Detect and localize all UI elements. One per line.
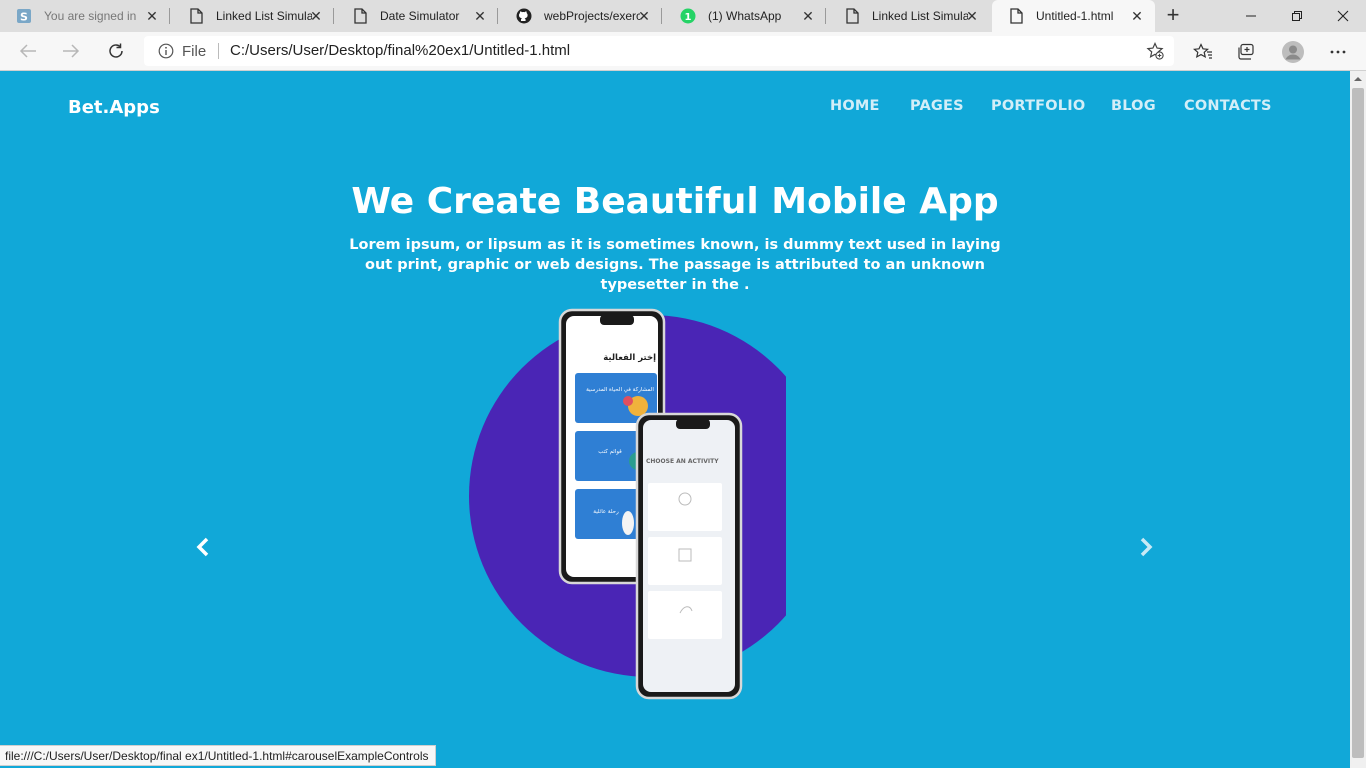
close-window-button[interactable] (1320, 0, 1366, 32)
app-mockup-image: إختر الفعالية المشاركة في الحياة المدرسي… (469, 308, 786, 700)
tab-linked-list-2[interactable]: Linked List Simulator ✕ (828, 0, 990, 32)
scheme-label: File (182, 43, 207, 60)
chevron-right-icon (1140, 537, 1153, 557)
close-icon (1337, 10, 1349, 22)
restore-button[interactable] (1274, 0, 1320, 32)
carousel-next-button[interactable] (1135, 536, 1157, 558)
tab-untitled-active[interactable]: Untitled-1.html ✕ (992, 0, 1155, 32)
tab-label: (1) WhatsApp (708, 9, 782, 23)
tab-signed-in[interactable]: S You are signed in as ✕ (0, 0, 170, 32)
tab-label: Date Simulator (380, 9, 460, 23)
whatsapp-icon: 1 (680, 8, 696, 24)
page-icon (352, 8, 368, 24)
more-icon (1330, 50, 1346, 54)
restore-icon (1292, 11, 1302, 21)
github-icon (516, 8, 532, 24)
add-favorite-icon[interactable] (1146, 42, 1164, 65)
close-icon[interactable]: ✕ (472, 8, 488, 24)
page-icon (1008, 8, 1024, 24)
tab-label: Linked List Simulator (216, 9, 312, 23)
phone-front: CHOOSE AN ACTIVITY (635, 412, 743, 700)
reload-button[interactable] (101, 37, 131, 65)
status-bar-url: file:///C:/Users/User/Desktop/final ex1/… (0, 745, 436, 766)
arrow-left-icon (19, 44, 36, 58)
forward-button[interactable] (56, 37, 86, 65)
hero-title: We Create Beautiful Mobile App (351, 181, 999, 222)
favorites-icon (1193, 43, 1212, 59)
close-icon[interactable]: ✕ (1129, 8, 1145, 24)
info-icon[interactable] (158, 43, 174, 64)
tab-divider (333, 8, 334, 24)
brand-logo[interactable]: Bet.Apps (68, 97, 160, 118)
svg-text:S: S (20, 11, 28, 24)
url-text[interactable]: C:/Users/User/Desktop/final%20ex1/Untitl… (230, 42, 570, 59)
close-icon[interactable]: ✕ (964, 8, 980, 24)
page-icon (188, 8, 204, 24)
browser-tab-strip: S You are signed in as ✕ Linked List Sim… (0, 0, 1366, 32)
s-logo-icon: S (16, 8, 32, 24)
close-icon[interactable]: ✕ (800, 8, 816, 24)
settings-menu-button[interactable] (1327, 41, 1349, 63)
nav-home[interactable]: HOME (830, 98, 880, 114)
carousel-prev-button[interactable] (192, 536, 214, 558)
nav-blog[interactable]: BLOG (1111, 98, 1156, 114)
scroll-up-button[interactable] (1350, 71, 1366, 87)
close-icon[interactable]: ✕ (144, 8, 160, 24)
phone1-card-1: المشاركة في الحياة المدرسية (586, 386, 654, 393)
nav-portfolio[interactable]: PORTFOLIO (991, 98, 1085, 114)
favorites-button[interactable] (1192, 41, 1214, 63)
new-tab-button[interactable]: + (1160, 4, 1186, 28)
collections-icon (1238, 43, 1254, 60)
address-bar[interactable]: File C:/Users/User/Desktop/final%20ex1/U… (144, 36, 1174, 66)
tab-divider (825, 8, 826, 24)
chevron-up-icon (1354, 77, 1362, 81)
tab-label: You are signed in as (44, 9, 140, 23)
tab-divider (497, 8, 498, 24)
minimize-button[interactable] (1228, 0, 1274, 32)
tab-divider (661, 8, 662, 24)
tab-label: webProjects/exercise (544, 9, 640, 23)
minimize-icon (1246, 15, 1256, 17)
phone2-heading: CHOOSE AN ACTIVITY (646, 458, 719, 465)
nav-contacts[interactable]: CONTACTS (1184, 98, 1272, 114)
page-viewport: Bet.Apps HOME PAGES PORTFOLIO BLOG CONTA… (0, 71, 1350, 768)
chevron-left-icon (196, 537, 209, 557)
tab-divider (169, 8, 170, 24)
profile-avatar[interactable] (1281, 40, 1305, 64)
tab-linked-list-1[interactable]: Linked List Simulator ✕ (172, 0, 334, 32)
close-icon[interactable]: ✕ (308, 8, 324, 24)
back-button[interactable] (13, 37, 43, 65)
hero-description: Lorem ipsum, or lipsum as it is sometime… (349, 237, 1001, 293)
collections-button[interactable] (1235, 41, 1257, 63)
phone1-card-3: رحلة عائلية (593, 509, 619, 515)
tab-date-simulator[interactable]: Date Simulator ✕ (336, 0, 498, 32)
tab-label: Untitled-1.html (1036, 9, 1114, 23)
close-icon[interactable]: ✕ (636, 8, 652, 24)
avatar-icon (1282, 41, 1304, 63)
tab-github[interactable]: webProjects/exercise ✕ (500, 0, 662, 32)
scrollbar-thumb[interactable] (1352, 88, 1364, 758)
browser-toolbar: File C:/Users/User/Desktop/final%20ex1/U… (0, 32, 1366, 71)
nav-pages[interactable]: PAGES (910, 98, 964, 114)
page-icon (844, 8, 860, 24)
phone1-heading: إختر الفعالية (603, 353, 656, 363)
arrow-right-icon (63, 44, 80, 58)
vertical-scrollbar[interactable] (1350, 71, 1366, 768)
svg-text:1: 1 (685, 12, 692, 23)
reload-icon (109, 43, 123, 58)
phone1-card-2: قوائم كتب (598, 448, 622, 455)
tab-whatsapp[interactable]: 1 (1) WhatsApp ✕ (664, 0, 826, 32)
tab-label: Linked List Simulator (872, 9, 968, 23)
address-divider (218, 43, 219, 59)
